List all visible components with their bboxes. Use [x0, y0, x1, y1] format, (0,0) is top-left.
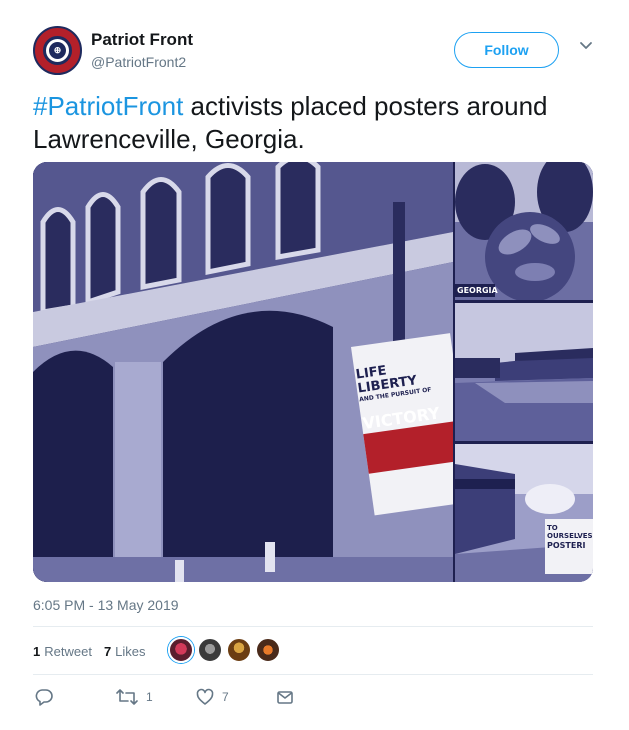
retweet-stat-label: Retweet — [44, 643, 92, 659]
retweet-icon — [116, 689, 138, 705]
side-3-sign-line-1: TO OURSELVES — [547, 524, 593, 541]
side-3-sign: TO OURSELVES POSTERI — [547, 524, 593, 550]
liker-avatar[interactable] — [168, 637, 194, 663]
poster-text: LIFE LIBERTY AND THE PURSUIT OF VICTORY — [355, 356, 453, 432]
divider-top — [33, 626, 593, 627]
share-button[interactable] — [276, 687, 294, 707]
author-handle[interactable]: @PatriotFront2 — [91, 54, 186, 70]
liker-avatar[interactable] — [255, 637, 281, 663]
retweet-stat[interactable]: 1 Retweet — [33, 644, 92, 659]
avatar[interactable]: ⊕ — [33, 26, 82, 75]
retweet-action-count: 1 — [146, 690, 153, 704]
photo-side-3-art — [455, 444, 593, 582]
like-icon — [196, 688, 214, 705]
liker-avatar[interactable] — [226, 637, 252, 663]
photo-main[interactable]: LIFE LIBERTY AND THE PURSUIT OF VICTORY — [33, 162, 453, 582]
liker-avatar[interactable] — [197, 637, 223, 663]
tweet-timestamp[interactable]: 6:05 PM - 13 May 2019 — [33, 597, 179, 613]
tweet-actions: 1 7 — [33, 682, 333, 712]
like-action-count: 7 — [222, 690, 229, 704]
photo-side-2[interactable] — [455, 303, 593, 441]
chevron-down-icon[interactable] — [578, 38, 594, 54]
like-stat-count: 7 — [103, 643, 112, 659]
photo-side-3[interactable]: TO OURSELVES POSTERI — [455, 444, 593, 582]
liker-avatars — [168, 637, 284, 663]
author-name[interactable]: Patriot Front — [91, 30, 193, 50]
side-1-label: GEORGIA — [457, 286, 498, 295]
tweet-stats: 1 Retweet 7 Likes — [33, 636, 158, 666]
photo-side-2-art — [455, 303, 593, 441]
side-3-sign-line-2: POSTERI — [547, 540, 586, 550]
tweet-text: #PatriotFront activists placed posters a… — [33, 90, 593, 156]
reply-icon — [35, 689, 53, 706]
retweet-button[interactable]: 1 — [116, 687, 153, 707]
reply-button[interactable] — [35, 687, 53, 707]
tweet-header: ⊕ Patriot Front @PatriotFront2 Follow — [33, 26, 599, 78]
divider-bottom — [33, 674, 593, 675]
retweet-stat-count: 1 — [33, 643, 41, 659]
photo-side-1[interactable]: GEORGIA — [455, 162, 593, 300]
media-grid: LIFE LIBERTY AND THE PURSUIT OF VICTORY … — [33, 162, 593, 582]
avatar-emblem: ⊕ — [49, 42, 66, 59]
like-button[interactable]: 7 — [196, 687, 229, 707]
like-stat-label: Likes — [115, 643, 146, 659]
photo-side-1-art — [455, 162, 593, 300]
follow-button[interactable]: Follow — [454, 32, 559, 68]
hashtag-link[interactable]: #PatriotFront — [33, 91, 183, 121]
share-icon — [277, 691, 293, 704]
like-stat[interactable]: 7 Likes — [104, 644, 146, 659]
